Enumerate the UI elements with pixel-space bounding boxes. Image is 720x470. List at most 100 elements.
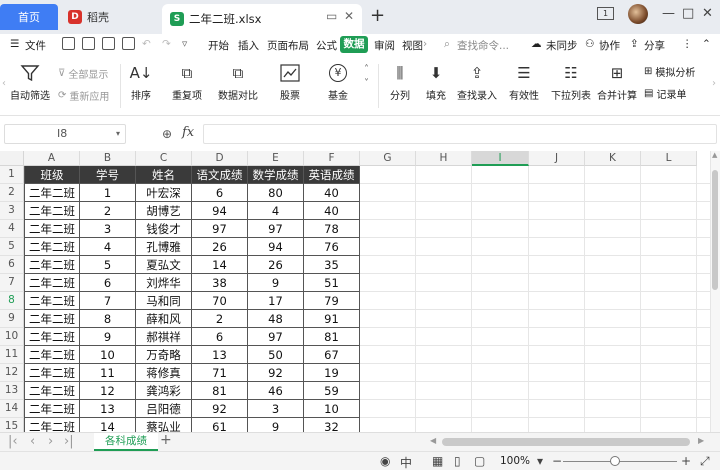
- table-cell[interactable]: 61: [192, 418, 248, 432]
- table-cell[interactable]: 92: [248, 364, 304, 382]
- table-cell[interactable]: 26: [192, 238, 248, 256]
- table-cell[interactable]: 10: [304, 400, 360, 418]
- tab-close-icon[interactable]: ✕: [344, 9, 354, 23]
- minimize-icon[interactable]: —: [662, 6, 675, 21]
- table-cell[interactable]: 17: [248, 292, 304, 310]
- menu-home[interactable]: 开始: [208, 38, 229, 53]
- table-cell[interactable]: 4: [248, 202, 304, 220]
- table-cell[interactable]: 4: [80, 238, 136, 256]
- row-header-13[interactable]: 13: [0, 382, 24, 400]
- table-cell[interactable]: 二年二班: [24, 238, 80, 256]
- first-sheet-icon[interactable]: |‹: [8, 434, 18, 449]
- row-header-6[interactable]: 6: [0, 256, 24, 274]
- table-cell[interactable]: 97: [192, 220, 248, 238]
- table-cell[interactable]: 35: [304, 256, 360, 274]
- table-cell[interactable]: 3: [248, 400, 304, 418]
- table-cell[interactable]: 80: [248, 184, 304, 202]
- zoom-slider-thumb[interactable]: [610, 456, 620, 466]
- funds-button[interactable]: ¥ 基金: [318, 62, 358, 102]
- table-cell[interactable]: 二年二班: [24, 274, 80, 292]
- table-header-cell[interactable]: 数学成绩: [248, 166, 304, 184]
- table-header-cell[interactable]: 学号: [80, 166, 136, 184]
- scroll-left-arrow-icon[interactable]: ◀: [430, 436, 436, 445]
- table-cell[interactable]: 14: [192, 256, 248, 274]
- menu-view[interactable]: 视图: [402, 38, 423, 53]
- sort-button[interactable]: A↓ 排序: [124, 62, 158, 102]
- input-method-icon[interactable]: 中: [400, 454, 412, 470]
- eye-protection-icon[interactable]: ◉: [380, 454, 390, 468]
- show-all-button[interactable]: ⊽ 全部显示: [58, 66, 108, 81]
- window-count-badge[interactable]: 1: [597, 7, 614, 20]
- table-cell[interactable]: 10: [80, 346, 136, 364]
- table-cell[interactable]: 11: [80, 364, 136, 382]
- table-header-cell[interactable]: 班级: [24, 166, 80, 184]
- tab-restore-icon[interactable]: ▭: [326, 9, 337, 23]
- zoom-in-icon[interactable]: +: [681, 454, 691, 468]
- table-cell[interactable]: 二年二班: [24, 202, 80, 220]
- undo-icon[interactable]: ↶: [142, 38, 151, 50]
- new-tab-button[interactable]: +: [370, 5, 385, 26]
- table-cell[interactable]: 14: [80, 418, 136, 432]
- split-column-button[interactable]: ⫼ 分列: [384, 62, 416, 102]
- reapply-button[interactable]: ⟳ 重新应用: [58, 88, 109, 103]
- column-header-e[interactable]: E: [248, 151, 304, 166]
- zoom-slider[interactable]: [563, 461, 677, 462]
- table-cell[interactable]: 夏弘文: [136, 256, 192, 274]
- collaborate-icon[interactable]: ⚇: [585, 38, 594, 50]
- table-cell[interactable]: 26: [248, 256, 304, 274]
- row-header-10[interactable]: 10: [0, 328, 24, 346]
- table-cell[interactable]: 97: [248, 328, 304, 346]
- save-icon[interactable]: [62, 37, 75, 50]
- collaborate-button[interactable]: 协作: [599, 38, 620, 53]
- column-header-a[interactable]: A: [24, 151, 80, 166]
- table-cell[interactable]: 2: [80, 202, 136, 220]
- row-header-15[interactable]: 15: [0, 418, 24, 432]
- fullscreen-icon[interactable]: ⤢: [700, 454, 710, 469]
- more-options-icon[interactable]: ⋮: [682, 38, 693, 50]
- menu-formula[interactable]: 公式: [316, 38, 337, 53]
- table-cell[interactable]: 40: [304, 202, 360, 220]
- redo-icon[interactable]: ↷: [162, 38, 171, 50]
- menu-insert[interactable]: 插入: [238, 38, 259, 53]
- table-cell[interactable]: 12: [80, 382, 136, 400]
- table-cell[interactable]: 二年二班: [24, 382, 80, 400]
- vertical-scroll-thumb[interactable]: [712, 170, 718, 290]
- row-header-8[interactable]: 8: [0, 292, 24, 310]
- table-cell[interactable]: 9: [248, 274, 304, 292]
- table-cell[interactable]: 二年二班: [24, 220, 80, 238]
- column-header-g[interactable]: G: [360, 151, 416, 166]
- ribbon-scroll-right-icon[interactable]: ›: [712, 78, 716, 89]
- table-cell[interactable]: 二年二班: [24, 418, 80, 432]
- table-cell[interactable]: 马和同: [136, 292, 192, 310]
- table-cell[interactable]: 67: [304, 346, 360, 364]
- table-cell[interactable]: 78: [304, 220, 360, 238]
- table-cell[interactable]: 7: [80, 292, 136, 310]
- last-sheet-icon[interactable]: ›|: [64, 434, 74, 449]
- zoom-level[interactable]: 100%: [500, 455, 530, 467]
- record-form-button[interactable]: ▤ 记录单: [644, 86, 686, 101]
- table-cell[interactable]: 蒋修真: [136, 364, 192, 382]
- maximize-icon[interactable]: □: [682, 6, 694, 21]
- autofilter-button[interactable]: 自动筛选: [8, 62, 52, 102]
- consolidate-button[interactable]: ⊞ 合并计算: [596, 62, 638, 102]
- spreadsheet-grid[interactable]: ABCDEFGHIJKL 1 2 3 4 5 6 7 8 9 10 11 12 13 14 15 班级 学号姓…: [0, 151, 710, 432]
- table-header-cell[interactable]: 语文成绩: [192, 166, 248, 184]
- table-cell[interactable]: 9: [248, 418, 304, 432]
- column-header-l[interactable]: L: [641, 151, 697, 166]
- table-cell[interactable]: 13: [80, 400, 136, 418]
- lookup-entry-button[interactable]: ⇪ 查找录入: [456, 62, 498, 102]
- table-cell[interactable]: 3: [80, 220, 136, 238]
- row-header-1[interactable]: 1: [0, 166, 24, 184]
- table-cell[interactable]: 胡博艺: [136, 202, 192, 220]
- scroll-up-arrow-icon[interactable]: ▲: [712, 151, 717, 159]
- table-header-cell[interactable]: 姓名: [136, 166, 192, 184]
- close-window-icon[interactable]: ✕: [702, 6, 713, 21]
- horizontal-scroll-thumb[interactable]: [442, 438, 690, 446]
- table-header-cell[interactable]: 英语成绩: [304, 166, 360, 184]
- column-header-c[interactable]: C: [136, 151, 192, 166]
- table-cell[interactable]: 万奇略: [136, 346, 192, 364]
- scroll-right-arrow-icon[interactable]: ▶: [698, 436, 704, 445]
- menu-review[interactable]: 审阅: [374, 38, 395, 53]
- table-cell[interactable]: 13: [192, 346, 248, 364]
- name-box-dropdown-icon[interactable]: ▾: [116, 129, 120, 138]
